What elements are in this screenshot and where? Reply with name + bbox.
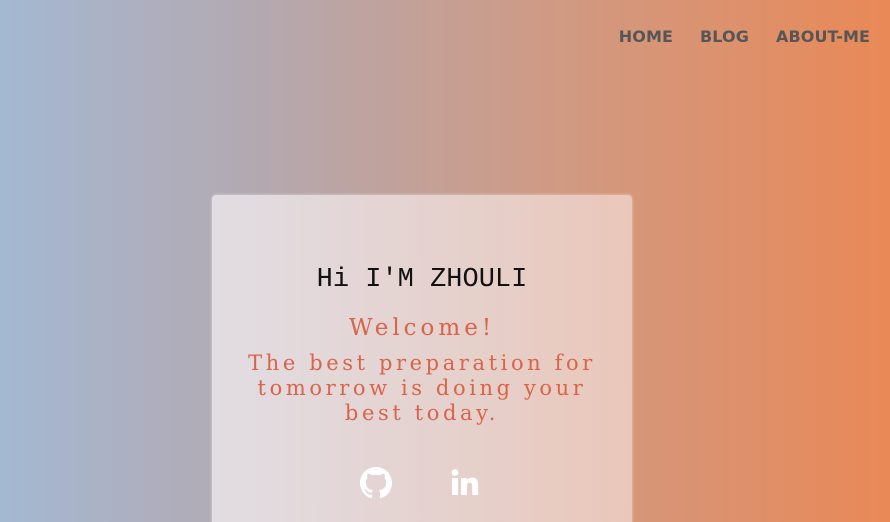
card-title: Hi I'M ZHOULI: [316, 265, 528, 295]
intro-card: Hi I'M ZHOULI Welcome! The best preparat…: [212, 195, 632, 522]
github-icon[interactable]: [360, 467, 392, 499]
top-nav: HOME BLOG ABOUT-ME: [619, 27, 870, 46]
welcome-text: Welcome!: [348, 315, 496, 341]
nav-home-link[interactable]: HOME: [619, 27, 673, 46]
linkedin-icon[interactable]: [450, 467, 482, 499]
nav-blog-link[interactable]: BLOG: [700, 27, 749, 46]
nav-about-me-link[interactable]: ABOUT-ME: [776, 27, 870, 46]
quote-text: The best preparation for tomorrow is doi…: [248, 351, 596, 425]
social-links: [360, 467, 482, 499]
